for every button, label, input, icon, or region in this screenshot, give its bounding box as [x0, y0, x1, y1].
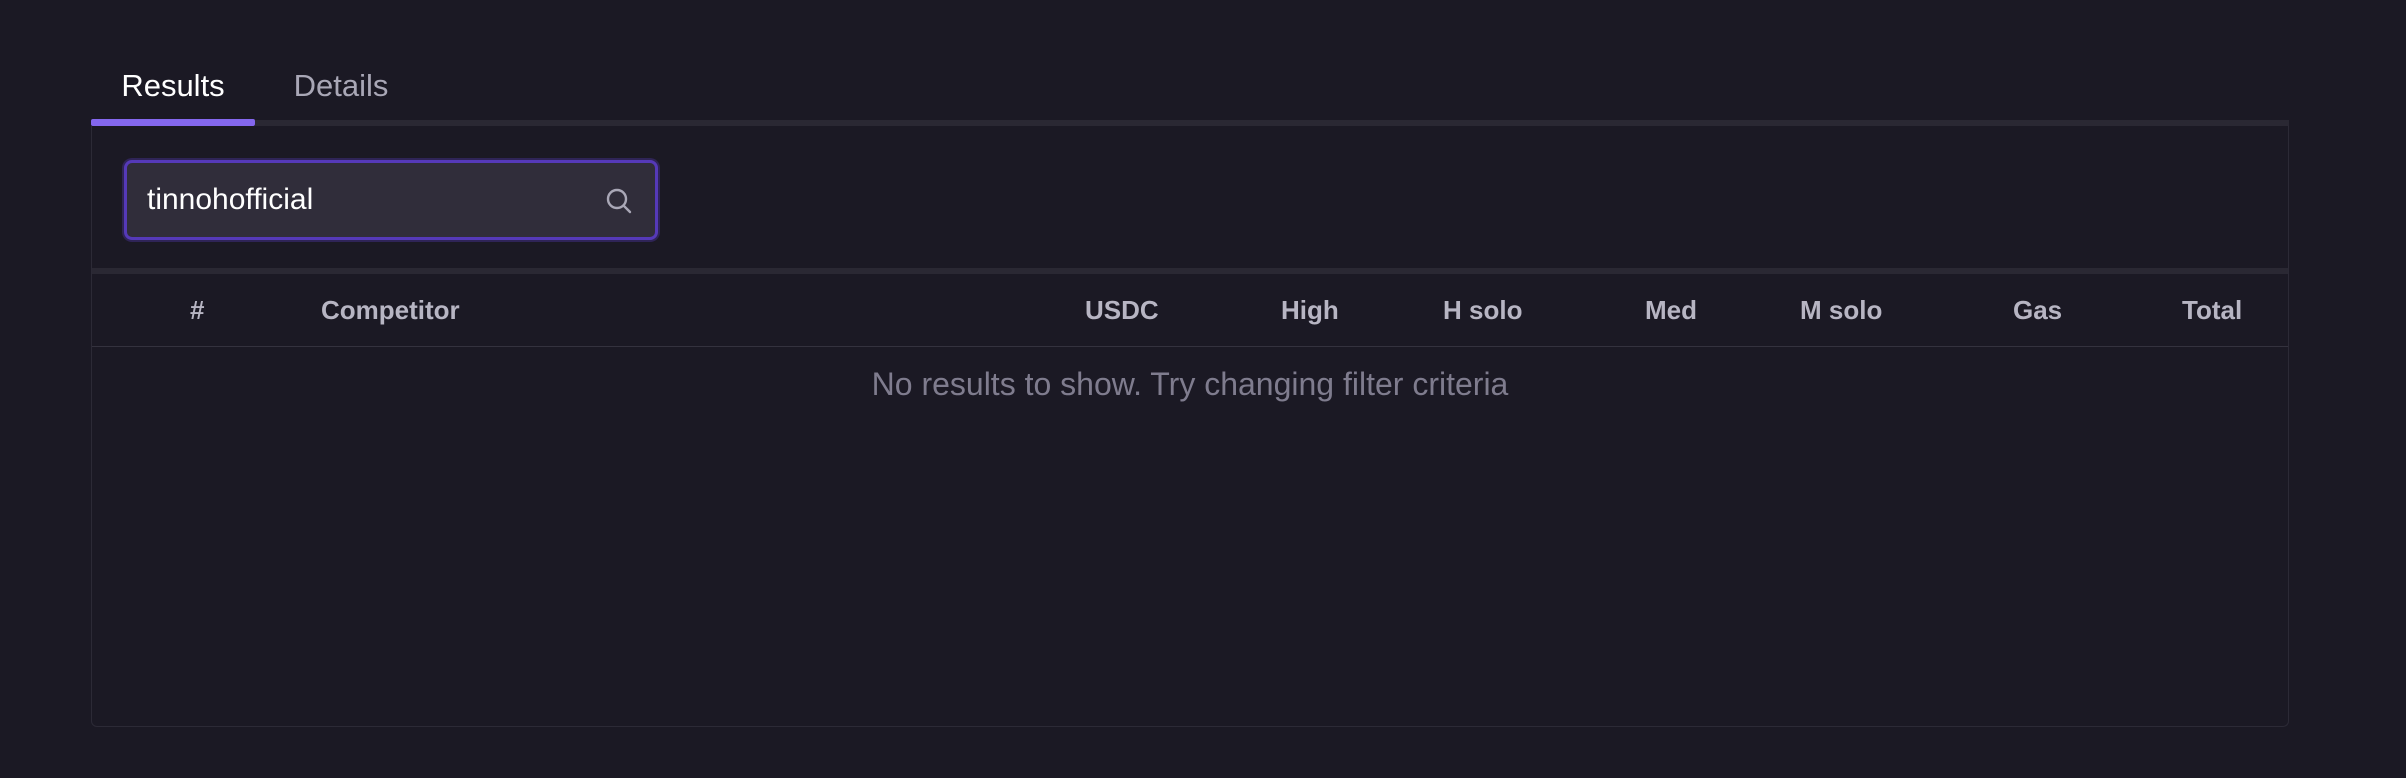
column-header-usdc[interactable]: USDC — [1085, 274, 1159, 346]
results-panel: # Competitor USDC High H solo Med M solo… — [91, 126, 2289, 727]
search-input[interactable] — [147, 163, 587, 237]
column-header-gas[interactable]: Gas — [2013, 274, 2062, 346]
tab-bar: Results Details — [91, 60, 2289, 128]
tab-results[interactable]: Results — [91, 60, 255, 124]
column-header-high[interactable]: High — [1281, 274, 1339, 346]
column-header-total[interactable]: Total — [2182, 274, 2242, 346]
column-header-h-solo[interactable]: H solo — [1443, 274, 1522, 346]
tab-details[interactable]: Details — [257, 60, 425, 124]
active-tab-indicator — [91, 119, 255, 126]
column-header-competitor[interactable]: Competitor — [321, 274, 460, 346]
search-box — [124, 160, 658, 240]
column-header-rank[interactable]: # — [190, 274, 204, 346]
column-header-med[interactable]: Med — [1645, 274, 1697, 346]
column-header-m-solo[interactable]: M solo — [1800, 274, 1882, 346]
table-header: # Competitor USDC High H solo Med M solo… — [92, 274, 2288, 347]
empty-state-message: No results to show. Try changing filter … — [871, 366, 1509, 402]
